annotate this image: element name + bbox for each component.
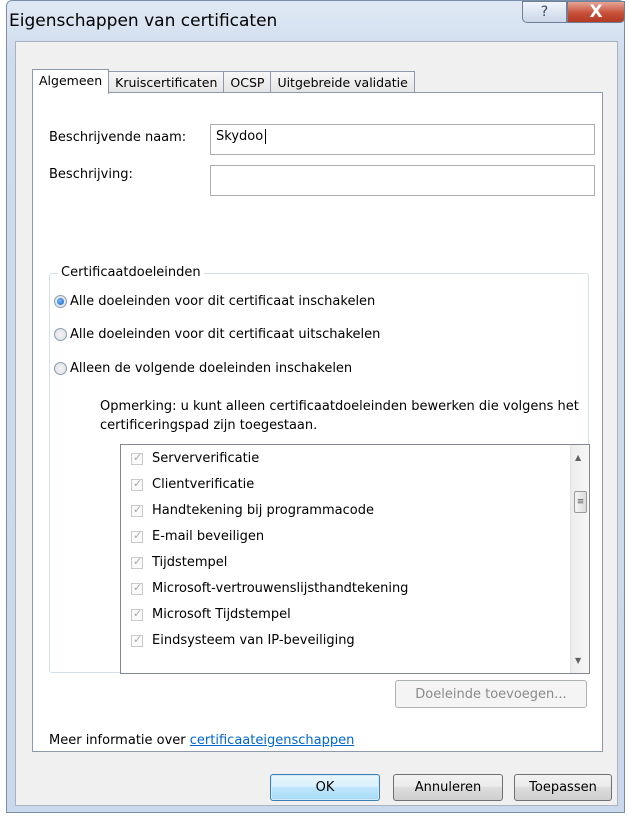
list-scrollbar[interactable]: ▲ ≡ ▼ — [570, 445, 589, 673]
help-button[interactable]: ? — [522, 1, 567, 23]
apply-button[interactable]: Toepassen — [514, 774, 612, 801]
help-icon: ? — [540, 4, 549, 20]
friendly-name-label: Beschrijvende naam: — [49, 130, 187, 145]
certificate-purposes-group: Certificaatdoeleinden Alle doeleinden vo… — [49, 265, 590, 674]
radio-enable-selected-label: Alleen de volgende doeleinden inschakele… — [70, 361, 353, 376]
dialog-body: Algemeen Kruiscertificaten OCSP Uitgebre… — [15, 41, 618, 806]
radio-checked-icon — [54, 295, 67, 308]
list-item-label: Microsoft Tijdstempel — [152, 607, 291, 622]
friendly-name-input[interactable]: Skydoo​ — [210, 124, 595, 155]
checkbox-checked-disabled-icon — [131, 633, 143, 647]
group-title: Certificaatdoeleinden — [58, 265, 204, 280]
scroll-up-arrow-icon[interactable]: ▲ — [575, 453, 581, 462]
list-item-label: Handtekening bij programmacode — [152, 503, 374, 518]
radio-enable-all-label: Alle doeleinden voor dit certificaat ins… — [70, 294, 376, 309]
list-item-label: Eindsysteem van IP-beveiliging — [152, 633, 355, 648]
text-cursor: ​ — [265, 129, 267, 144]
friendly-name-value: Skydoo — [216, 129, 264, 144]
checkbox-checked-disabled-icon — [131, 607, 143, 621]
tab-ocsp[interactable]: OCSP — [223, 71, 272, 93]
more-info-text: Meer informatie over certificaateigensch… — [49, 733, 354, 748]
checkbox-checked-disabled-icon — [131, 503, 143, 517]
list-item-label: E-mail beveiligen — [152, 529, 265, 544]
title-bar[interactable]: Eigenschappen van certificaten ? X — [7, 1, 625, 41]
cancel-button[interactable]: Annuleren — [393, 774, 503, 801]
checkbox-checked-disabled-icon — [131, 451, 143, 465]
scroll-thumb[interactable]: ≡ — [574, 491, 587, 513]
list-item[interactable]: Clientverificatie — [131, 477, 254, 492]
add-purpose-button[interactable]: Doeleinde toevoegen... — [395, 680, 587, 708]
radio-unchecked-icon — [54, 362, 67, 375]
ok-button[interactable]: OK — [270, 774, 380, 801]
list-item[interactable]: Microsoft Tijdstempel — [131, 607, 291, 622]
list-item[interactable]: Eindsysteem van IP-beveiliging — [131, 633, 355, 648]
list-item-label: Tijdstempel — [152, 555, 228, 570]
list-item[interactable]: Serververificatie — [131, 451, 259, 466]
checkbox-checked-disabled-icon — [131, 581, 143, 595]
list-item-label: Serververificatie — [152, 451, 260, 466]
list-item[interactable]: Microsoft-vertrouwenslijsthandtekening — [131, 581, 408, 596]
checkbox-checked-disabled-icon — [131, 529, 143, 543]
description-label: Beschrijving: — [49, 167, 133, 182]
radio-unchecked-icon — [54, 328, 67, 341]
checkbox-checked-disabled-icon — [131, 555, 143, 569]
radio-enable-selected[interactable]: Alleen de volgende doeleinden inschakele… — [54, 361, 352, 376]
list-item-label: Clientverificatie — [152, 477, 255, 492]
list-item[interactable]: Handtekening bij programmacode — [131, 503, 374, 518]
radio-enable-all[interactable]: Alle doeleinden voor dit certificaat ins… — [54, 294, 375, 309]
tab-algemeen[interactable]: Algemeen — [32, 69, 110, 94]
purposes-listbox[interactable]: Serververificatie Clientverificatie Hand… — [120, 444, 590, 674]
tab-uitgebreide-validatie[interactable]: Uitgebreide validatie — [270, 71, 415, 93]
tab-kruiscertificaten[interactable]: Kruiscertificaten — [108, 71, 225, 93]
close-icon: X — [589, 2, 603, 22]
tab-strip: Algemeen Kruiscertificaten OCSP Uitgebre… — [32, 69, 415, 94]
list-item[interactable]: Tijdstempel — [131, 555, 227, 570]
properties-dialog: Eigenschappen van certificaten ? X Algem… — [6, 0, 625, 813]
description-input[interactable] — [210, 165, 595, 196]
scroll-down-arrow-icon[interactable]: ▼ — [575, 656, 581, 665]
list-item-label: Microsoft-vertrouwenslijsthandtekening — [152, 581, 409, 596]
radio-disable-all-label: Alle doeleinden voor dit certificaat uit… — [70, 327, 381, 342]
tab-panel-algemeen: Beschrijvende naam: Skydoo​ Beschrijving… — [32, 92, 603, 752]
more-info-prefix: Meer informatie over — [49, 733, 190, 748]
radio-disable-all[interactable]: Alle doeleinden voor dit certificaat uit… — [54, 327, 380, 342]
grip-icon: ≡ — [576, 497, 585, 507]
certificate-properties-link[interactable]: certificaateigenschappen — [190, 733, 355, 748]
window-title: Eigenschappen van certificaten — [9, 11, 278, 31]
list-item[interactable]: E-mail beveiligen — [131, 529, 264, 544]
purposes-note: Opmerking: u kunt alleen certificaatdoel… — [100, 399, 579, 433]
checkbox-checked-disabled-icon — [131, 477, 143, 491]
close-button[interactable]: X — [567, 1, 625, 23]
